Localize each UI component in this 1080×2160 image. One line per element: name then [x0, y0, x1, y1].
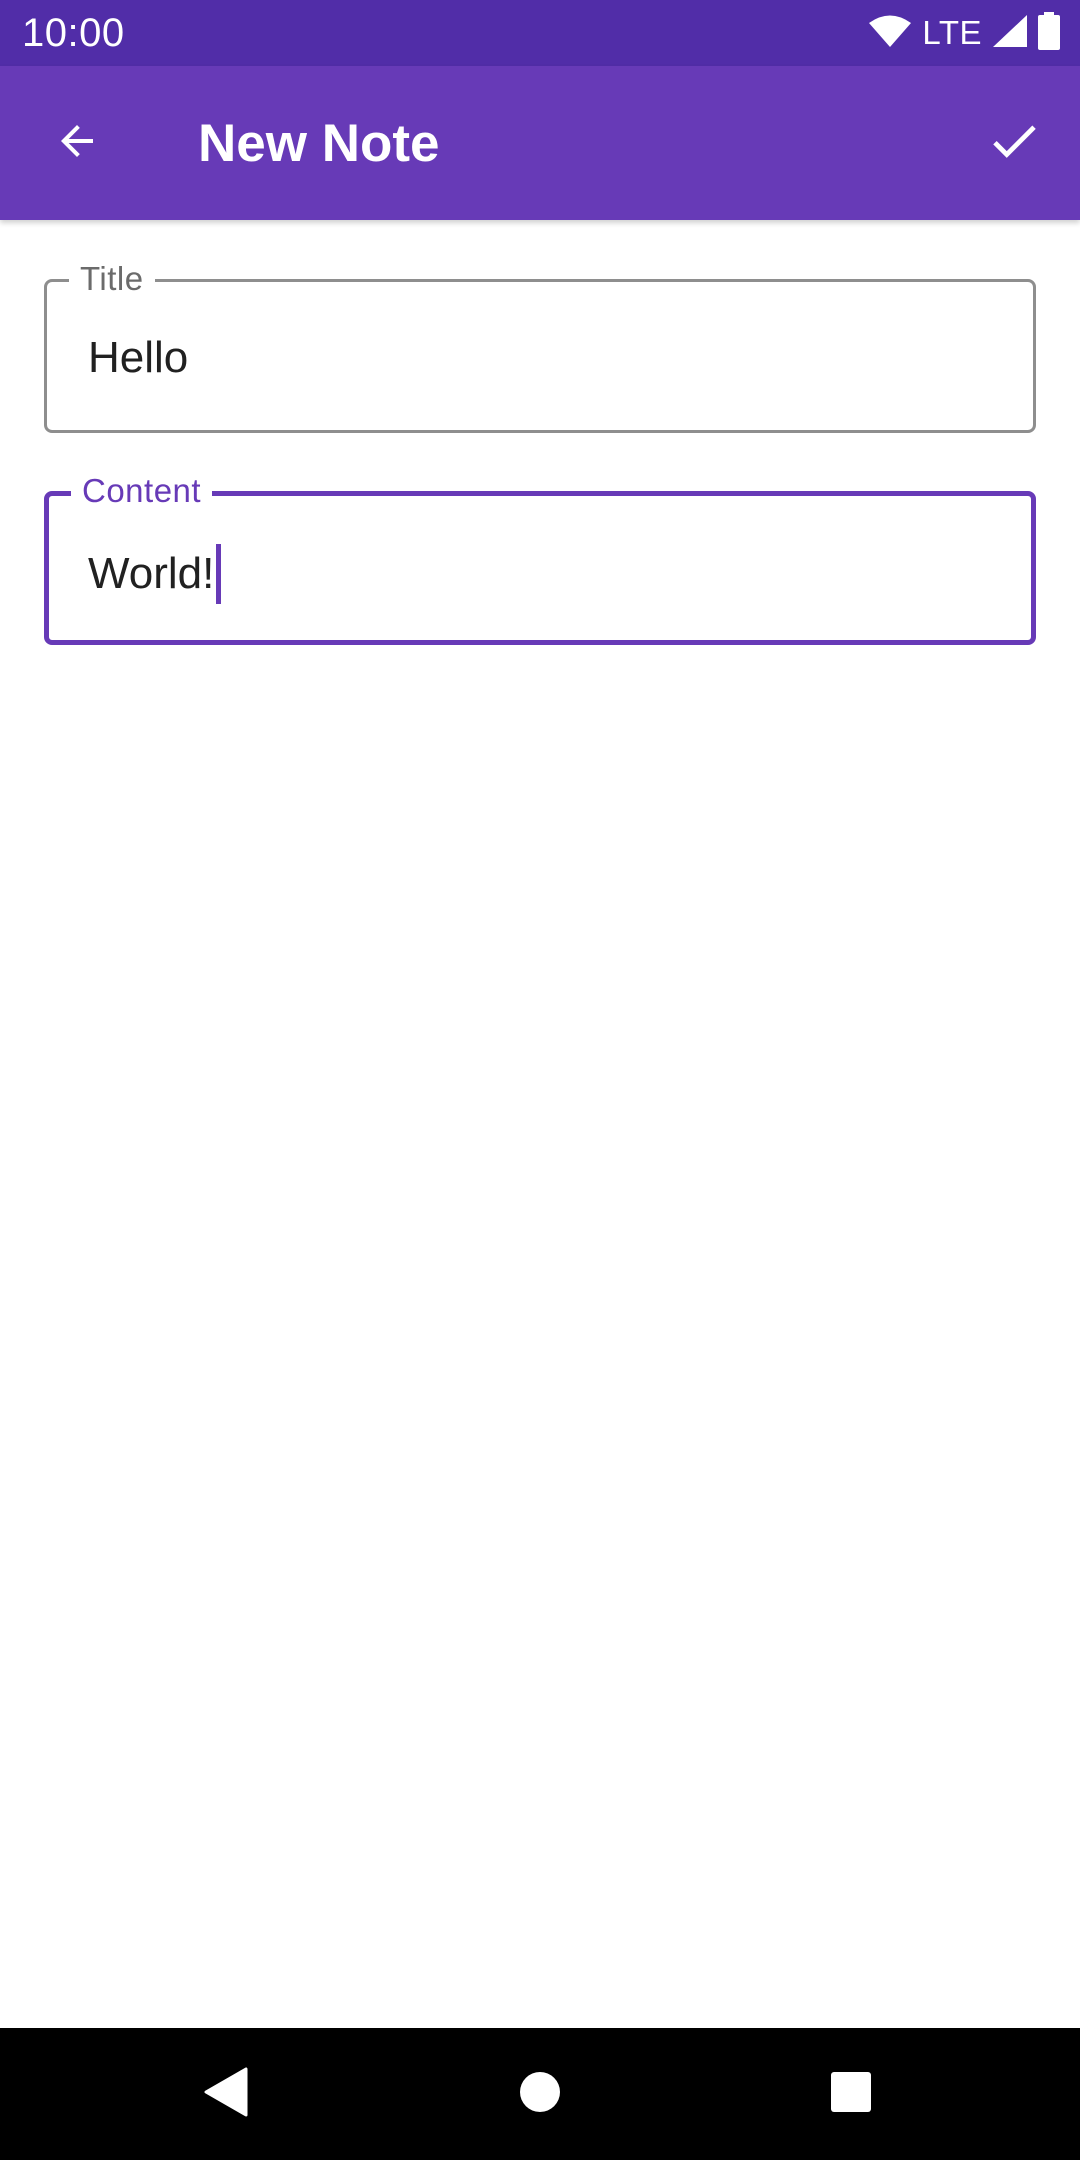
wifi-icon	[868, 14, 912, 53]
title-input-value: Hello	[88, 333, 189, 382]
content-field-label: Content	[71, 473, 213, 509]
nav-back-button[interactable]	[186, 2054, 266, 2134]
page-title: New Note	[198, 114, 440, 173]
check-icon	[985, 112, 1043, 175]
content-input[interactable]: World!	[88, 544, 222, 604]
status-bar: 10:00 LTE	[0, 0, 1080, 66]
content-field[interactable]: Content World!	[44, 473, 1036, 645]
arrow-back-icon	[53, 117, 101, 170]
status-icons: LTE	[868, 11, 1060, 55]
content-input-value: World!	[88, 549, 215, 598]
nav-home-button[interactable]	[500, 2054, 580, 2134]
save-button[interactable]	[970, 99, 1058, 187]
nav-home-icon	[519, 2071, 561, 2118]
new-note-screen: 10:00 LTE New Note Title Hello Content W…	[0, 0, 1080, 2160]
title-input[interactable]: Hello	[88, 332, 188, 384]
status-time: 10:00	[22, 11, 125, 55]
app-bar: New Note	[0, 66, 1080, 220]
battery-icon	[1038, 11, 1060, 55]
title-field[interactable]: Title Hello	[44, 261, 1036, 433]
back-button[interactable]	[33, 99, 121, 187]
navigation-bar	[0, 2028, 1080, 2160]
network-type: LTE	[922, 14, 982, 51]
nav-recents-button[interactable]	[811, 2054, 891, 2134]
text-cursor	[216, 544, 222, 604]
title-field-label: Title	[69, 261, 155, 297]
cell-signal-icon	[992, 14, 1028, 53]
nav-back-icon	[204, 2067, 248, 2122]
nav-recents-icon	[830, 2071, 872, 2118]
